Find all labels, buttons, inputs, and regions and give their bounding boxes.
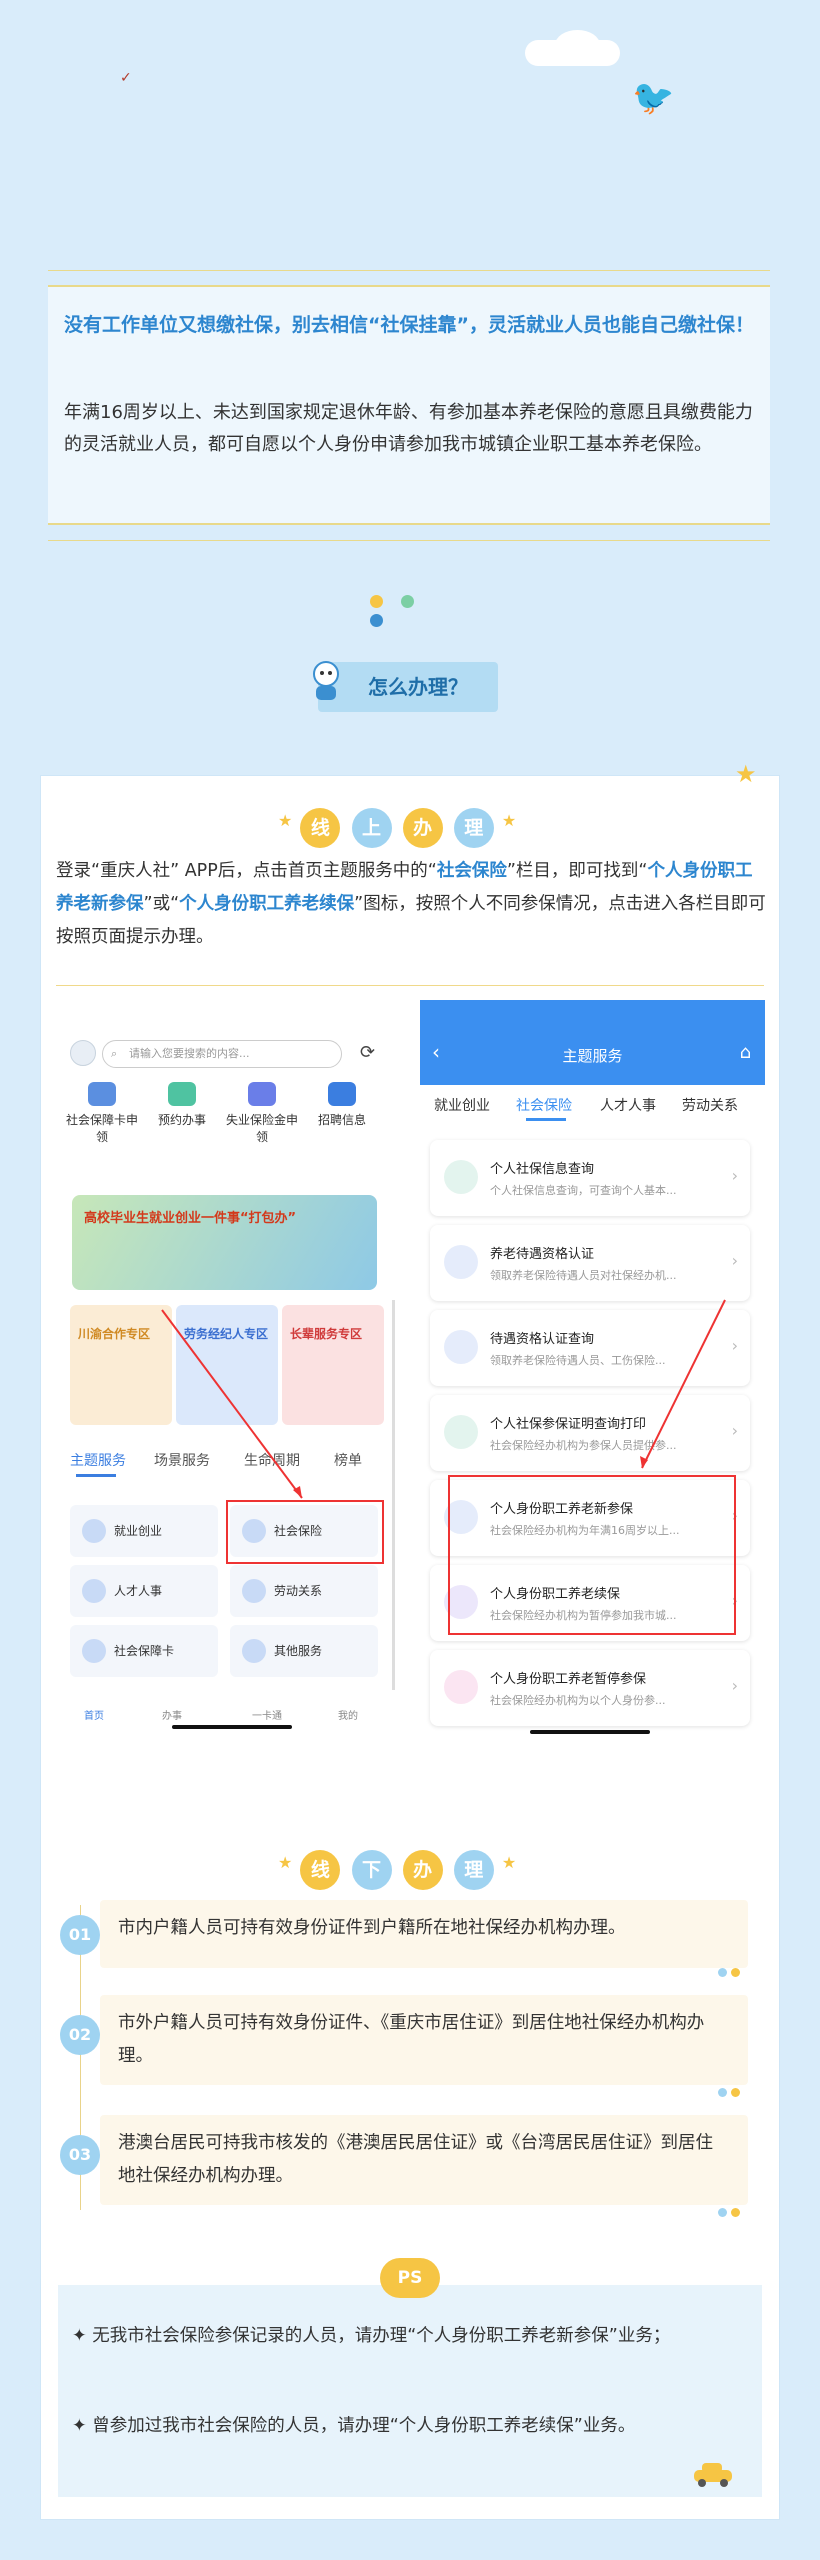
text-segment: ”或“: [143, 894, 180, 914]
title-char: 上: [351, 808, 392, 848]
pointer-arrow: [640, 1299, 726, 1469]
title-char: 理: [453, 808, 494, 848]
text-segment: 登录“重庆人社” APP后，点击首页主题服务中的“: [56, 861, 437, 881]
intro-body: 年满16周岁以上、未达到国家规定退休年龄、有参加基本养老保险的意愿且具缴费能力的…: [64, 402, 753, 455]
pointer-arrow: [161, 1309, 303, 1499]
decorative-dots: [718, 2082, 750, 2097]
step-number: 03: [60, 2135, 100, 2175]
online-instructions: 登录“重庆人社” APP后，点击首页主题服务中的“社会保险”栏目，即可找到“ 个人…: [56, 855, 768, 954]
step-3: 港澳台居民可持我市核发的《港澳居民居住证》或《台湾居民居住证》到居住地社保经办机…: [100, 2115, 748, 2205]
star-icon: ★: [501, 811, 517, 830]
highlight-social-insurance: 社会保险: [436, 861, 507, 881]
title-char: 理: [453, 1850, 494, 1890]
bottom-nav: 首页 办事 一卡通 我的: [62, 1685, 392, 1725]
step-text: 市外户籍人员可持有效身份证件、《重庆市居住证》到居住地社保经办机构办理。: [118, 2013, 705, 2066]
step-number: 01: [60, 1915, 100, 1955]
divider: [48, 270, 770, 271]
ps-box: ✦ 无我市社会保险参保记录的人员，请办理“个人身份职工养老新参保”业务； ✦ 曾…: [58, 2285, 762, 2497]
intro-card: 没有工作单位又想缴社保，别去相信“社保挂靠”，灵活就业人员也能自己缴社保！ 年满…: [48, 285, 770, 525]
step-number: 02: [60, 2015, 100, 2055]
step-2: 市外户籍人员可持有效身份证件、《重庆市居住证》到居住地社保经办机构办理。: [100, 1995, 748, 2085]
online-title: ★ 线 上 办 理 ★: [278, 808, 516, 852]
star-icon: ★: [278, 811, 293, 830]
nav-services[interactable]: 办事: [162, 1707, 182, 1722]
decorative-dots: [718, 1962, 750, 1977]
car-icon: [694, 2463, 732, 2487]
intro-headline: 没有工作单位又想缴社保，别去相信“社保挂靠”，灵活就业人员也能自己缴社保！: [64, 314, 754, 336]
step-text: 港澳台居民可持我市核发的《港澳居民居住证》或《台湾居民居住证》到居住地社保经办机…: [118, 2133, 713, 2186]
decorative-dots: [370, 593, 450, 627]
how-to-label: 怎么办理？: [368, 675, 468, 699]
ps-line-2: ✦ 曾参加过我市社会保险的人员，请办理“个人身份职工养老续保”业务。: [72, 2416, 636, 2436]
divider: [48, 540, 770, 541]
title-char: 下: [351, 1850, 392, 1890]
step-text: 市内户籍人员可持有效身份证件到户籍所在地社保经办机构办理。: [118, 1918, 626, 1938]
nav-home[interactable]: 首页: [84, 1707, 104, 1722]
highlight-renewal: 个人身份职工养老续保: [179, 894, 355, 914]
star-icon: ★: [278, 1853, 293, 1872]
theme-services-screenshot: ‹ 主题服务 ⌂ 就业创业 社会保险 人才人事 劳动关系 个人社保信息查询 个人…: [420, 1000, 765, 1740]
star-icon: ★: [501, 1853, 517, 1872]
divider: [56, 985, 764, 986]
home-indicator: [172, 1725, 292, 1729]
how-to-heading: 怎么办理？: [313, 661, 498, 712]
title-char: 办: [402, 1850, 443, 1890]
offline-title: ★ 线 下 办 理 ★: [278, 1850, 516, 1894]
title-char: 线: [300, 808, 341, 848]
bird-icon: ✓: [120, 70, 132, 86]
star-icon: ★: [735, 760, 757, 788]
ps-line-1: ✦ 无我市社会保险参保记录的人员，请办理“个人身份职工养老新参保”业务；: [72, 2326, 671, 2346]
home-indicator: [530, 1730, 650, 1734]
nav-card[interactable]: 一卡通: [252, 1707, 282, 1722]
bird-icon: 🐦: [632, 78, 675, 118]
mascot-icon: [313, 661, 339, 700]
cloud-decoration: [555, 30, 600, 60]
step-1: 市内户籍人员可持有效身份证件到户籍所在地社保经办机构办理。: [100, 1900, 748, 1968]
title-char: 办: [402, 808, 443, 848]
app-home-screenshot: ⌕ 请输入您要搜索的内容... ⟳ 社会保障卡申领 预约办事 失业保险金申领 招…: [62, 1020, 402, 1735]
scrollbar[interactable]: [392, 1300, 395, 1690]
decorative-dots: [718, 2202, 750, 2217]
ps-badge: PS: [380, 2258, 440, 2298]
title-char: 线: [300, 1850, 341, 1890]
text-segment: ”栏目，即可找到“: [506, 861, 648, 881]
nav-profile[interactable]: 我的: [338, 1707, 358, 1722]
